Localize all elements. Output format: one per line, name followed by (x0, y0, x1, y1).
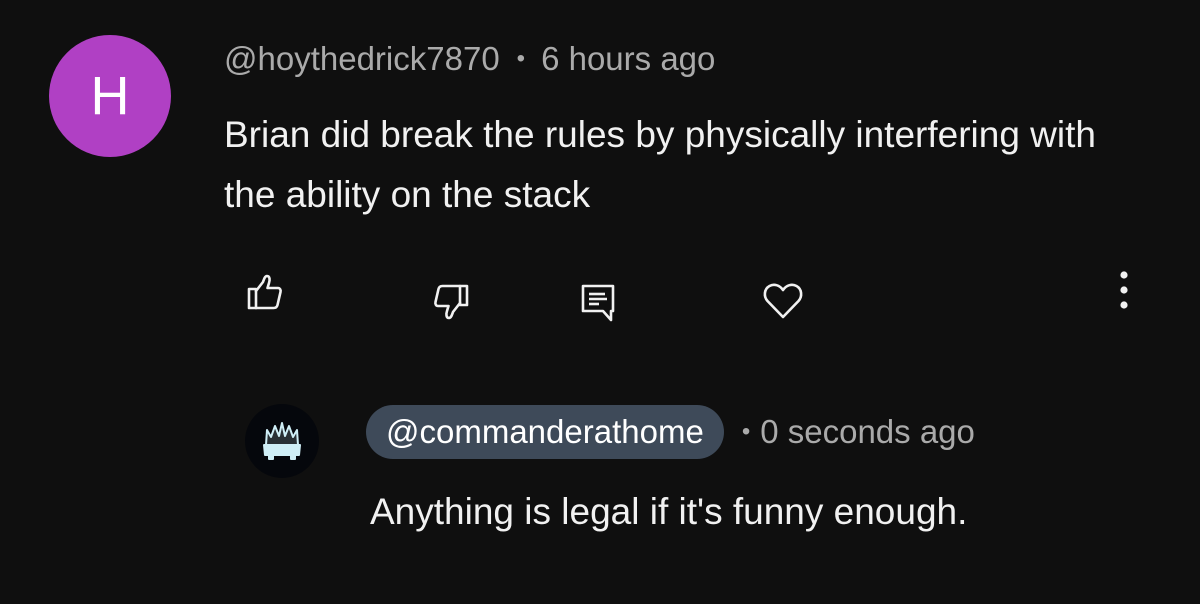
avatar[interactable]: H (49, 35, 171, 157)
reply-icon (581, 284, 615, 322)
reply-meta: @commanderathome • 0 seconds ago (366, 405, 975, 459)
heart-button[interactable] (755, 272, 811, 328)
thumbs-down-icon (434, 284, 469, 320)
crown-throne-icon (263, 422, 301, 460)
comment-author-handle[interactable]: @hoythedrick7870 (224, 40, 500, 78)
reply-text: Anything is legal if it's funny enough. (370, 491, 968, 532)
comment-thread: H @hoythedrick7870 • 6 hours ago Brian d… (0, 0, 1200, 604)
comment-meta: @hoythedrick7870 • 6 hours ago (224, 36, 715, 82)
more-vertical-icon (1120, 271, 1128, 309)
meta-separator: • (741, 418, 751, 445)
like-button[interactable] (234, 264, 290, 320)
comment-timestamp[interactable]: 6 hours ago (541, 40, 715, 78)
reply-timestamp[interactable]: 0 seconds ago (760, 413, 975, 451)
meta-separator: • (516, 45, 526, 72)
more-options-button[interactable] (1096, 262, 1152, 318)
reply-button[interactable] (570, 274, 626, 330)
reply-author-handle[interactable]: @commanderathome (366, 405, 724, 459)
avatar-letter: H (90, 66, 130, 126)
dislike-button[interactable] (426, 274, 482, 330)
thumbs-up-icon (247, 274, 282, 310)
comment-text: Brian did break the rules by physically … (224, 114, 1096, 215)
heart-icon (763, 283, 803, 319)
reply-avatar[interactable] (245, 404, 319, 478)
